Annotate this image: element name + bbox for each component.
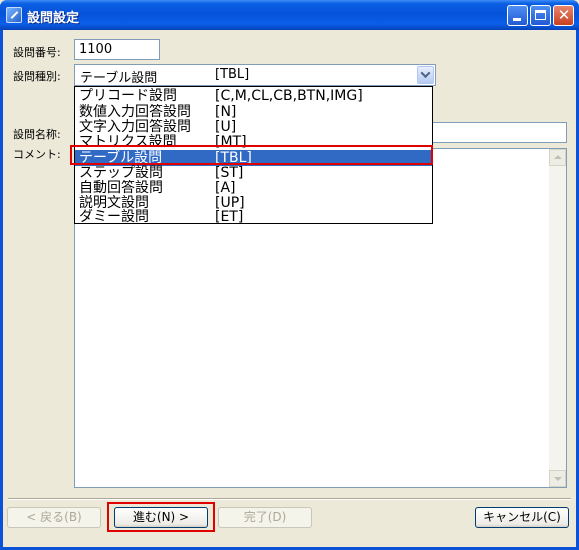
arrow-down-icon [554,477,562,481]
dropdown-option-step[interactable]: ステップ設問 [ST] [75,165,432,181]
question-number-input[interactable]: 1100 [74,39,160,60]
option-code: [ET] [215,209,244,224]
question-type-select[interactable]: テーブル設問 [TBL] [74,64,436,86]
question-type-selected-label: テーブル設問 [80,71,158,86]
maximize-icon [535,10,546,20]
question-type-selected-code: [TBL] [215,67,250,82]
dropdown-option-text[interactable]: 文字入力回答設問 [U] [75,119,432,135]
arrow-up-icon [554,155,562,159]
option-label: 数値入力回答設問 [79,104,191,120]
chevron-down-icon [420,68,431,79]
option-code: [ST] [215,165,244,181]
scroll-up-button[interactable] [549,149,566,166]
dropdown-option-auto[interactable]: 自動回答設問 [A] [75,180,432,196]
dropdown-option-dummy[interactable]: ダミー設問 [ET] [75,209,432,224]
option-label: 文字入力回答設問 [79,119,191,135]
finish-button[interactable]: 完了(D) [218,507,312,528]
option-label: 自動回答設問 [79,180,163,196]
close-icon: ✕ [557,6,571,24]
minimize-button[interactable] [507,5,528,26]
option-label: ステップ設問 [79,165,163,181]
question-name-label: 設問名称: [13,128,61,141]
comment-label: コメント: [13,148,61,161]
button-separator [8,498,571,500]
back-button[interactable]: < 戻る(B) [7,507,101,528]
close-button[interactable]: ✕ [553,5,574,26]
cancel-button[interactable]: キャンセル(C) [475,507,569,528]
option-code: [C,M,CL,CB,BTN,IMG] [215,88,363,104]
option-code: [A] [215,180,236,196]
option-label: ダミー設問 [79,209,149,224]
comment-scrollbar[interactable] [549,149,566,487]
next-button-annotation [107,502,215,532]
dropdown-button[interactable] [417,66,434,84]
dropdown-option-numeric[interactable]: 数値入力回答設問 [N] [75,104,432,120]
pencil-app-icon [6,7,22,23]
dialog-body: 設問番号: 1100 設問種別: テーブル設問 [TBL] 設問名称: コメント… [3,30,576,547]
question-type-label: 設問種別: [13,70,61,83]
window-title: 設問設定 [27,11,80,26]
question-number-label: 設問番号: [13,46,61,59]
option-label: プリコード設問 [79,88,177,104]
title-bar[interactable]: 設問設定 ✕ [0,0,579,30]
selected-option-annotation [70,145,433,165]
option-code: [U] [215,119,237,135]
option-code: [N] [215,104,237,120]
minimize-icon [513,18,521,21]
maximize-button[interactable] [530,5,551,26]
dialog-window: 設問設定 ✕ 設問番号: 1100 設問種別: テーブル設問 [TBL] 設問名… [0,0,579,550]
scroll-down-button[interactable] [549,470,566,487]
dropdown-option-precode[interactable]: プリコード設問 [C,M,CL,CB,BTN,IMG] [75,88,432,104]
question-number-value: 1100 [79,42,113,57]
